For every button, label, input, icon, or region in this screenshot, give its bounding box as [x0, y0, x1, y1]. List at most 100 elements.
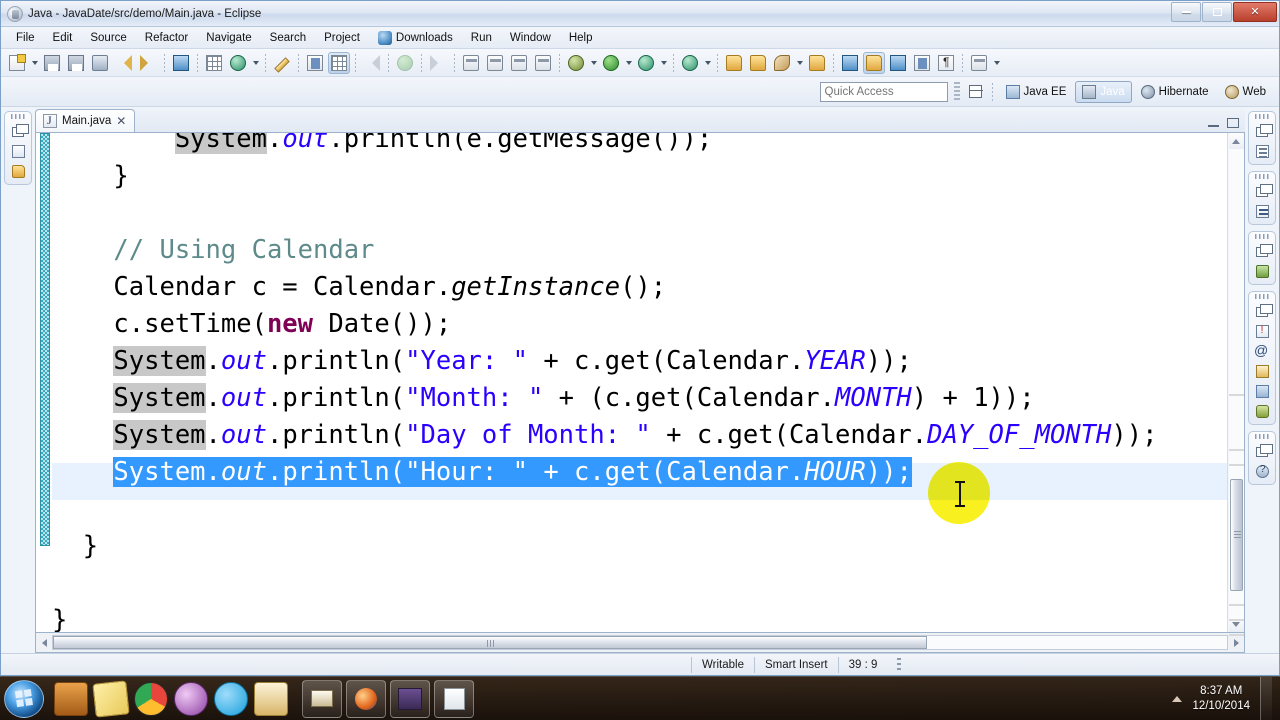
menu-project[interactable]: Project — [315, 29, 369, 47]
menu-search[interactable]: Search — [261, 29, 315, 47]
task-list-button[interactable] — [1254, 203, 1271, 220]
perspective-hibernate[interactable]: Hibernate — [1134, 81, 1216, 103]
menu-source[interactable]: Source — [81, 29, 135, 47]
external-tools-dropdown[interactable] — [658, 52, 669, 74]
run-button[interactable] — [600, 52, 622, 74]
notepad-window[interactable] — [434, 679, 474, 718]
stack-handle[interactable] — [1255, 114, 1269, 119]
suspend-button[interactable] — [484, 52, 506, 74]
project-explorer-button[interactable] — [10, 163, 27, 180]
snippets-view-button[interactable] — [1254, 363, 1271, 380]
code-line[interactable]: } — [52, 602, 1157, 632]
maximize-editor-button[interactable] — [1227, 118, 1239, 128]
external-tools-button[interactable] — [635, 52, 657, 74]
new-class-button[interactable] — [203, 52, 225, 74]
resume-button[interactable] — [394, 52, 416, 74]
code-line[interactable] — [52, 565, 1157, 602]
new-wizard-dropdown[interactable] — [29, 52, 40, 74]
file-explorer-window[interactable] — [302, 679, 342, 718]
problems-view-button[interactable] — [1254, 323, 1271, 340]
debug-dropdown[interactable] — [588, 52, 599, 74]
perspective-java[interactable]: Java — [1075, 80, 1132, 103]
chrome-icon[interactable] — [134, 681, 168, 716]
scroll-left-button[interactable] — [36, 635, 52, 651]
step-return-button[interactable] — [361, 52, 383, 74]
redo-button[interactable] — [137, 52, 159, 74]
new-package-button[interactable] — [170, 52, 192, 74]
restore-view-button[interactable] — [1254, 443, 1273, 460]
code-line[interactable] — [52, 195, 1157, 232]
minimize-button[interactable] — [1171, 2, 1201, 22]
media-player-icon[interactable] — [54, 681, 88, 716]
editor-horizontal-scrollbar[interactable] — [35, 633, 1245, 653]
menu-file[interactable]: File — [7, 29, 44, 47]
stack-handle[interactable] — [1255, 174, 1269, 179]
skype-icon[interactable] — [214, 681, 248, 716]
search-button[interactable] — [771, 52, 793, 74]
restore-view-button[interactable] — [10, 123, 29, 140]
open-perspective-button[interactable] — [966, 82, 986, 102]
new-project-button[interactable] — [227, 52, 249, 74]
taskbar-clock[interactable]: 8:37 AM 12/10/2014 — [1192, 684, 1250, 714]
mark-occurrences-button[interactable] — [271, 52, 293, 74]
vertical-scroll-thumb[interactable] — [1229, 479, 1243, 591]
code-line[interactable]: } — [52, 528, 1157, 565]
open-task-button[interactable] — [304, 52, 326, 74]
minimize-editor-button[interactable] — [1208, 118, 1220, 128]
next-annotation-button[interactable] — [839, 52, 861, 74]
code-line[interactable]: System.out.println("Hour: " + c.get(Cale… — [52, 454, 1157, 491]
menu-edit[interactable]: Edit — [44, 29, 82, 47]
restore-view-button[interactable] — [1254, 183, 1273, 200]
debug-button[interactable] — [565, 52, 587, 74]
restore-view-button[interactable] — [1254, 303, 1273, 320]
disconnect-button[interactable] — [532, 52, 554, 74]
code-viewport[interactable]: System.out.println(e.getMessage()); } //… — [52, 133, 1227, 632]
data-source-dropdown[interactable] — [991, 52, 1002, 74]
annotations-button[interactable] — [1254, 342, 1271, 360]
editor-vertical-scrollbar[interactable] — [1227, 133, 1244, 636]
code-line[interactable]: System.out.println("Month: " + (c.get(Ca… — [52, 380, 1157, 417]
stack-handle[interactable] — [1255, 294, 1269, 299]
coverage-dropdown[interactable] — [702, 52, 713, 74]
open-type-button[interactable] — [723, 52, 745, 74]
code-line[interactable]: System.out.println("Year: " + c.get(Cale… — [52, 343, 1157, 380]
save-button[interactable] — [41, 52, 63, 74]
code-line[interactable]: } — [52, 158, 1157, 195]
last-edit-location-button[interactable] — [887, 52, 909, 74]
open-folder-button[interactable] — [747, 52, 769, 74]
show-whitespace-button[interactable] — [935, 52, 957, 74]
selected-text[interactable]: System.out.println("Hour: " + c.get(Cale… — [113, 457, 912, 487]
scroll-up-button[interactable] — [1228, 133, 1244, 149]
source-code[interactable]: System.out.println(e.getMessage()); } //… — [52, 133, 1157, 632]
coverage-button[interactable] — [679, 52, 701, 74]
servers-view-button[interactable] — [1254, 263, 1271, 280]
menu-run[interactable]: Run — [462, 29, 501, 47]
clock-app-icon[interactable] — [254, 681, 288, 716]
status-grip[interactable] — [897, 657, 902, 672]
outline-view-button[interactable] — [1254, 143, 1271, 160]
run-dropdown[interactable] — [623, 52, 634, 74]
code-line[interactable]: Calendar c = Calendar.getInstance(); — [52, 269, 1157, 306]
undo-button[interactable] — [113, 52, 135, 74]
code-line[interactable]: System.out.println("Day of Month: " + c.… — [52, 417, 1157, 454]
perspective-java-ee[interactable]: Java EE — [999, 81, 1074, 103]
sticky-notes-icon[interactable] — [92, 679, 130, 718]
close-button[interactable]: ✕ — [1233, 2, 1277, 22]
code-line[interactable]: // Using Calendar — [52, 232, 1157, 269]
new-wizard-button[interactable] — [6, 52, 28, 74]
firefox-window[interactable] — [346, 679, 386, 718]
show-desktop-button[interactable] — [1260, 677, 1272, 720]
console-view-button[interactable] — [1254, 383, 1271, 400]
skip-breakpoints-button[interactable] — [328, 51, 350, 74]
quick-access-input[interactable] — [819, 81, 948, 102]
code-line[interactable] — [52, 491, 1157, 528]
editor-left-ruler[interactable] — [36, 133, 52, 632]
vertical-scroll-track[interactable] — [1228, 149, 1244, 636]
menu-refactor[interactable]: Refactor — [136, 29, 197, 47]
block-selection-button[interactable] — [911, 52, 933, 74]
close-icon[interactable]: ✕ — [116, 115, 126, 127]
data-source-button[interactable] — [968, 52, 990, 74]
stack-handle[interactable] — [1255, 434, 1269, 439]
restore-view-button[interactable] — [1254, 243, 1273, 260]
new-project-dropdown[interactable] — [250, 52, 261, 74]
